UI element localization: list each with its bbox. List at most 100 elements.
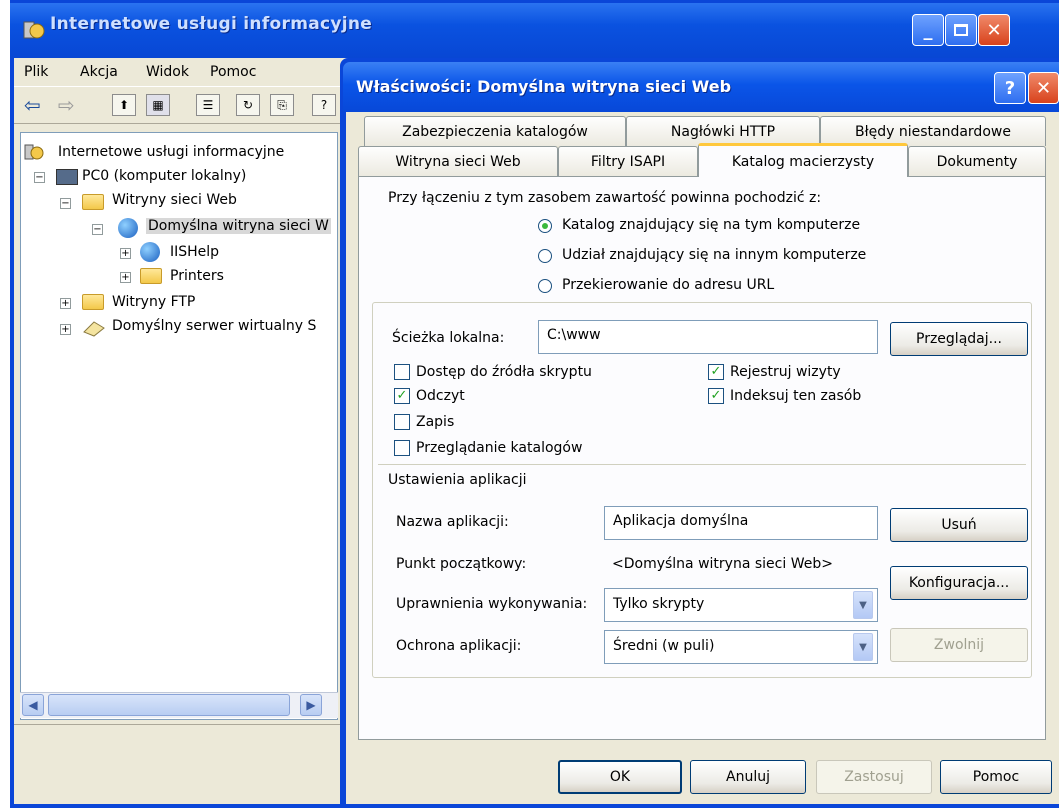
export-icon[interactable]: ⎘ — [270, 94, 294, 116]
tab-custom-errors[interactable]: Błędy niestandardowe — [820, 116, 1046, 146]
radio-label-url[interactable]: Przekierowanie do adresu URL — [562, 277, 774, 293]
checkbox-label-index[interactable]: Indeksuj ten zasób — [730, 388, 861, 404]
close-icon: ✕ — [1035, 77, 1052, 99]
checkbox-label-read[interactable]: Odczyt — [416, 388, 465, 404]
radio-url-redirect[interactable] — [538, 279, 552, 293]
help-icon[interactable]: ? — [312, 94, 336, 116]
radio-local-directory[interactable] — [538, 219, 552, 233]
chevron-down-icon[interactable]: ▼ — [853, 633, 873, 661]
smtp-icon — [82, 318, 106, 338]
local-path-field[interactable]: C:\www — [538, 320, 878, 354]
tree-item-web-sites[interactable]: Witryny sieci Web — [112, 192, 237, 208]
menu-akcja[interactable]: Akcja — [80, 64, 118, 80]
checkbox-log-visits[interactable]: ✓ — [708, 364, 724, 380]
folder-icon — [140, 268, 162, 284]
help-button[interactable]: Pomoc — [940, 760, 1052, 794]
local-path-label: Ścieżka lokalna: — [392, 330, 505, 346]
dialog-title: Właściwości: Domyślna witryna sieci Web — [356, 77, 732, 96]
expand-icon[interactable]: + — [120, 272, 131, 283]
computer-icon — [56, 169, 78, 185]
tree-item-iis-root[interactable]: Internetowe usługi informacyjne — [58, 144, 284, 160]
main-window-title: Internetowe usługi informacyjne — [50, 14, 373, 34]
forward-arrow-icon[interactable]: ⇨ — [58, 93, 75, 117]
scroll-right-icon[interactable]: ▶ — [300, 694, 322, 716]
scroll-thumb[interactable] — [48, 694, 290, 716]
dialog-close-button[interactable]: ✕ — [1028, 72, 1059, 104]
checkbox-label-log-visits[interactable]: Rejestruj wizyty — [730, 364, 841, 380]
apply-button[interactable]: Zastosuj — [816, 760, 932, 794]
checkbox-read[interactable]: ✓ — [394, 388, 410, 404]
globe-icon — [140, 242, 160, 262]
section-divider — [378, 464, 1026, 465]
app-settings-heading: Ustawienia aplikacji — [388, 472, 527, 488]
start-point-label: Punkt początkowy: — [396, 556, 527, 572]
source-prompt: Przy łączeniu z tym zasobem zawartość po… — [388, 190, 822, 206]
minimize-button[interactable]: _ — [912, 14, 944, 46]
exec-permissions-label: Uprawnienia wykonywania: — [396, 596, 588, 612]
menu-plik[interactable]: Plik — [24, 64, 48, 80]
iis-icon — [22, 18, 46, 42]
maximize-button[interactable] — [945, 14, 977, 46]
checkbox-label-write[interactable]: Zapis — [416, 414, 454, 430]
tree-item-default-site[interactable]: Domyślna witryna sieci W — [146, 218, 331, 234]
unload-button[interactable]: Zwolnij — [890, 628, 1028, 662]
menu-pomoc[interactable]: Pomoc — [210, 64, 256, 80]
tree-item-printers[interactable]: Printers — [170, 268, 224, 284]
app-protection-value: Średni (w puli) — [613, 638, 715, 654]
tab-documents[interactable]: Dokumenty — [908, 146, 1046, 176]
tab-http-headers[interactable]: Nagłówki HTTP — [626, 116, 820, 146]
tab-isapi-filters[interactable]: Filtry ISAPI — [558, 146, 698, 176]
collapse-icon[interactable]: − — [60, 198, 71, 209]
collapse-icon[interactable]: − — [34, 172, 45, 183]
minimize-icon: _ — [923, 19, 933, 41]
folder-icon — [82, 294, 104, 310]
scroll-left-icon[interactable]: ◀ — [22, 694, 44, 716]
start-point-value: <Domyślna witryna sieci Web> — [612, 556, 833, 572]
back-arrow-icon[interactable]: ⇦ — [24, 93, 41, 117]
maximize-icon — [954, 24, 968, 36]
tree-item-iishelp[interactable]: IISHelp — [170, 244, 219, 260]
app-protection-label: Ochrona aplikacji: — [396, 638, 522, 654]
expand-icon[interactable]: + — [60, 324, 71, 335]
properties-icon[interactable]: ☰ — [196, 94, 220, 116]
show-tree-icon[interactable]: ▦ — [146, 94, 170, 116]
iis-icon — [24, 142, 44, 162]
tab-home-directory[interactable]: Katalog macierzysty — [698, 143, 908, 177]
checkbox-index-resource[interactable]: ✓ — [708, 388, 724, 404]
radio-network-share[interactable] — [538, 249, 552, 263]
checkbox-label-browsing[interactable]: Przeglądanie katalogów — [416, 440, 582, 456]
folder-icon — [82, 194, 104, 210]
expand-icon[interactable]: + — [60, 298, 71, 309]
app-name-label: Nazwa aplikacji: — [396, 514, 509, 530]
dialog-help-button[interactable]: ? — [994, 72, 1026, 104]
tree-item-smtp[interactable]: Domyślny serwer wirtualny S — [112, 318, 316, 334]
browse-button[interactable]: Przeglądaj... — [890, 322, 1028, 356]
configuration-button[interactable]: Konfiguracja... — [890, 566, 1028, 600]
question-icon: ? — [1004, 77, 1016, 99]
up-folder-icon[interactable]: ⬆ — [112, 94, 136, 116]
app-name-field[interactable]: Aplikacja domyślna — [604, 506, 878, 540]
checkbox-script-source-access[interactable] — [394, 364, 410, 380]
tab-web-site[interactable]: Witryna sieci Web — [358, 146, 558, 176]
checkbox-label-script-source[interactable]: Dostęp do źródła skryptu — [416, 364, 592, 380]
radio-label-share[interactable]: Udział znajdujący się na innym komputerz… — [562, 247, 866, 263]
exec-permissions-value: Tylko skrypty — [613, 596, 705, 612]
menu-widok[interactable]: Widok — [146, 64, 189, 80]
tree-item-ftp-sites[interactable]: Witryny FTP — [112, 294, 195, 310]
app-protection-select[interactable]: Średni (w puli) — [604, 630, 878, 664]
expand-icon[interactable]: + — [120, 248, 131, 259]
collapse-icon[interactable]: − — [92, 224, 103, 235]
radio-label-local[interactable]: Katalog znajdujący się na tym komputerze — [562, 217, 860, 233]
cancel-button[interactable]: Anuluj — [690, 760, 806, 794]
main-close-button[interactable]: ✕ — [978, 14, 1010, 46]
status-bar — [14, 724, 354, 760]
remove-button[interactable]: Usuń — [890, 508, 1028, 542]
checkbox-write[interactable] — [394, 414, 410, 430]
tree-item-pc0[interactable]: PC0 (komputer lokalny) — [82, 168, 246, 184]
refresh-icon[interactable]: ↻ — [236, 94, 260, 116]
chevron-down-icon[interactable]: ▼ — [853, 591, 873, 619]
exec-permissions-select[interactable]: Tylko skrypty — [604, 588, 878, 622]
ok-button[interactable]: OK — [558, 760, 682, 794]
tab-directory-security[interactable]: Zabezpieczenia katalogów — [364, 116, 626, 146]
checkbox-directory-browsing[interactable] — [394, 440, 410, 456]
